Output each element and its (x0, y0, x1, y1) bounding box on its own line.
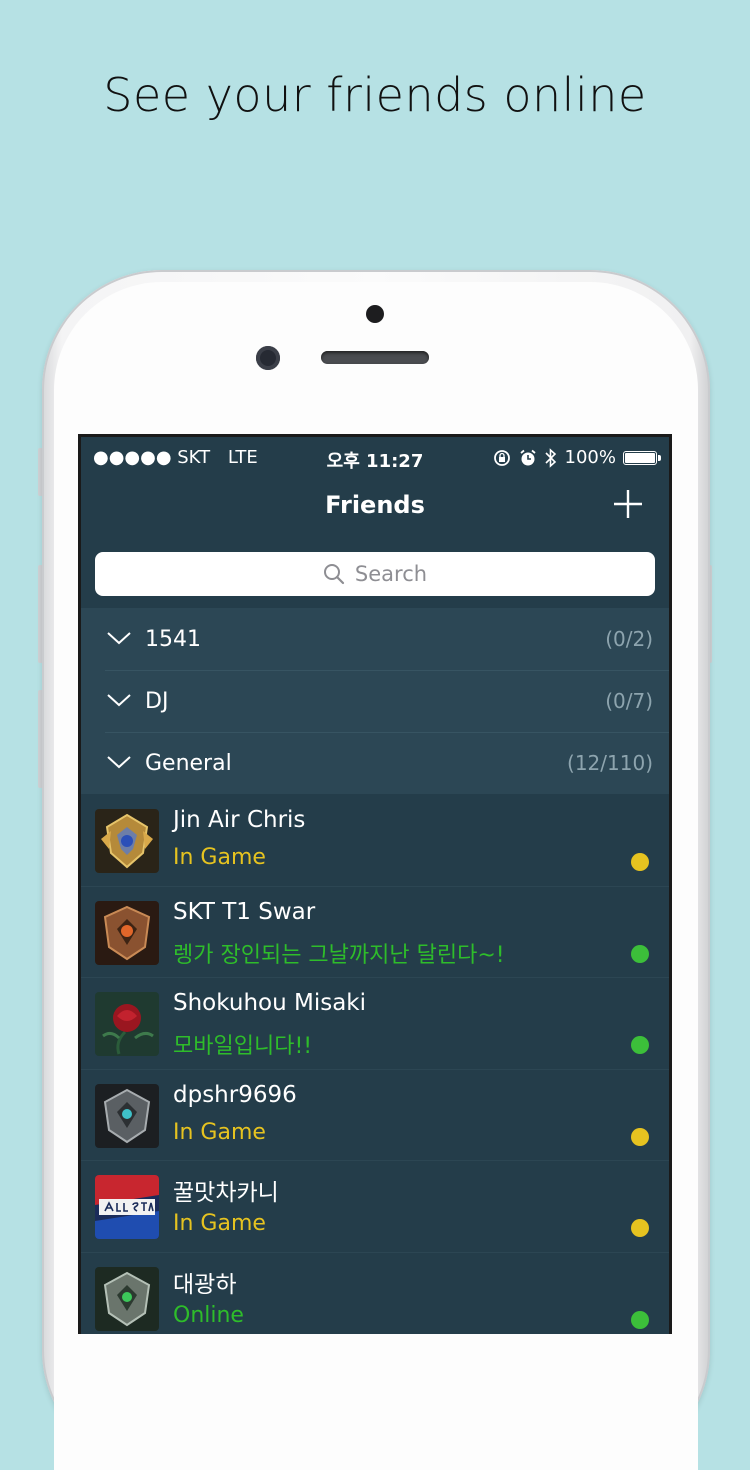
chevron-down-icon (107, 632, 131, 645)
plus-icon[interactable] (613, 489, 643, 519)
friend-status: 모바일입니다!! (173, 1034, 313, 1060)
bluetooth-icon (544, 447, 556, 468)
presence-indicator (631, 1036, 649, 1055)
avatar (95, 1175, 159, 1240)
friend-name: 꿀맛차카니 (173, 1180, 279, 1207)
group-name: General (145, 750, 232, 776)
group-name: DJ (145, 688, 169, 714)
search-input[interactable]: Search (95, 552, 655, 596)
friend-row[interactable]: SKT T1 Swar 렝가 장인되는 그날까지난 달린다~! (81, 887, 669, 979)
friend-list: Jin Air Chris In Game SKT T1 Swar 렝가 장인되… (81, 795, 669, 1334)
presence-indicator (631, 1219, 649, 1238)
headline: See your friends online (103, 68, 647, 122)
friend-row[interactable]: Jin Air Chris In Game (81, 795, 669, 887)
group-general[interactable]: General (12/110) (81, 732, 669, 794)
proximity-sensor (366, 305, 384, 323)
screen: ●●●●● SKT LTE 오후 11:27 100% Friends Sear… (78, 434, 672, 1334)
friend-status: 렝가 장인되는 그날까지난 달린다~! (173, 942, 505, 968)
rotation-lock-icon (493, 449, 510, 466)
presence-indicator (631, 1127, 649, 1146)
friend-status: In Game (173, 1119, 266, 1145)
battery-percent: 100% (564, 447, 616, 468)
status-bar: ●●●●● SKT LTE 오후 11:27 100% (81, 437, 669, 477)
group-count: (0/2) (605, 627, 653, 651)
friend-row[interactable]: Shokuhou Misaki 모바일입니다!! (81, 978, 669, 1070)
chevron-down-icon (107, 694, 131, 707)
friend-row[interactable]: 꿀맛차카니 In Game (81, 1161, 669, 1253)
friend-name: 대광하 (173, 1271, 237, 1298)
group-count: (0/7) (605, 689, 653, 713)
group-1541[interactable]: 1541 (0/2) (81, 608, 669, 670)
search-placeholder: Search (354, 562, 428, 586)
chevron-down-icon (107, 756, 131, 769)
friend-status: In Game (173, 845, 266, 870)
alarm-icon (519, 449, 536, 465)
friend-status: In Game (173, 1211, 266, 1237)
presence-indicator (631, 944, 649, 963)
friend-name: dpshr9696 (173, 1081, 297, 1108)
avatar (95, 900, 159, 965)
friend-name: Jin Air Chris (173, 807, 306, 833)
presence-indicator (631, 1310, 649, 1329)
front-camera (256, 346, 280, 370)
friend-row[interactable]: 대광하 Online (81, 1253, 669, 1334)
search-icon (323, 564, 345, 585)
group-name: 1541 (145, 626, 201, 652)
friend-name: SKT T1 Swar (173, 898, 316, 925)
friend-status: Online (173, 1302, 244, 1328)
presence-indicator (631, 853, 649, 871)
avatar (95, 1083, 159, 1148)
battery-icon (623, 450, 661, 465)
earpiece-speaker (321, 351, 429, 364)
friend-row[interactable]: dpshr9696 In Game (81, 1070, 669, 1162)
avatar (95, 1266, 159, 1331)
avatar (95, 992, 159, 1057)
friend-name: Shokuhou Misaki (173, 990, 366, 1017)
avatar (95, 809, 159, 873)
group-list: 1541 (0/2) DJ (0/7) General (12/110) (81, 608, 669, 794)
navigation-bar: Friends (81, 477, 669, 537)
group-count: (12/110) (567, 751, 653, 775)
page-title: Friends (325, 491, 425, 519)
group-dj[interactable]: DJ (0/7) (81, 670, 669, 732)
